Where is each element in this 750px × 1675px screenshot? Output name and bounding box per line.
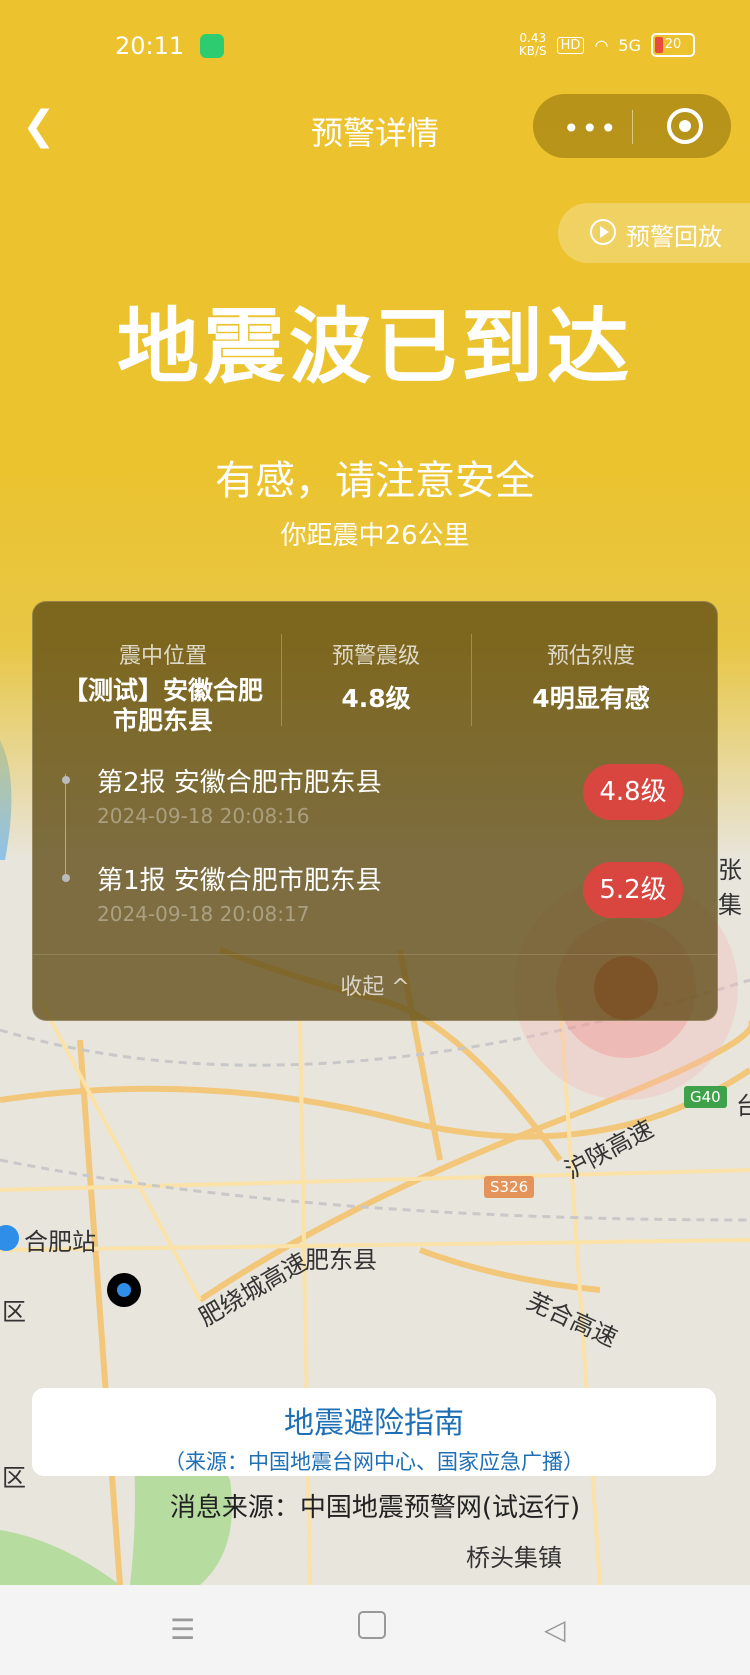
- more-icon[interactable]: •••: [563, 112, 619, 145]
- guide-title: 地震避险指南: [284, 1406, 464, 1441]
- divider: [471, 634, 472, 726]
- report-time: 2024-09-18 20:08:17: [97, 902, 310, 926]
- timeline-dot: [62, 874, 70, 882]
- guide-source: （来源：中国地震台网中心、国家应急广播）: [164, 1450, 584, 1474]
- play-icon: [590, 219, 616, 245]
- report-item[interactable]: 第2报 安徽合肥市肥东县 2024-09-18 20:08:16 4.8级: [33, 754, 717, 844]
- epicenter-label: 震中位置: [118, 644, 207, 669]
- battery-icon: 20: [651, 33, 695, 57]
- earthquake-info-panel: 震中位置 【测试】安徽合肥市肥东县 预警震级 4.8级 预估烈度 4明显有感 第…: [32, 601, 718, 1021]
- hd-icon: HD: [556, 36, 585, 54]
- report-title: 第1报 安徽合肥市肥东县: [97, 866, 382, 896]
- map-label-hefei-station: 合肥站: [24, 1228, 96, 1256]
- report-item[interactable]: 第1报 安徽合肥市肥东县 2024-09-18 20:08:17 5.2级: [33, 852, 717, 942]
- safety-guide-card[interactable]: 地震避险指南 （来源：中国地震台网中心、国家应急广播）: [32, 1388, 716, 1476]
- nav-bar: ❮ 预警详情 •••: [0, 90, 750, 160]
- map-label-qiaotou: 桥头集镇: [466, 1544, 562, 1572]
- capsule-divider: [632, 110, 633, 144]
- target-icon[interactable]: [667, 108, 703, 144]
- map-label-zhangji: 张集: [718, 856, 742, 919]
- intensity-column: 预估烈度 4明显有感: [481, 638, 701, 714]
- home-icon[interactable]: [358, 1611, 386, 1639]
- intensity-label: 预估烈度: [546, 644, 635, 669]
- replay-label: 预警回放: [626, 223, 722, 251]
- report-magnitude-badge: 5.2级: [583, 862, 683, 918]
- road-s326: S326: [484, 1176, 535, 1198]
- replay-button[interactable]: 预警回放: [558, 203, 750, 263]
- report-time: 2024-09-18 20:08:16: [97, 804, 310, 828]
- map-label-feidong: 肥东县: [305, 1246, 377, 1274]
- report-title: 第2报 安徽合肥市肥东县: [97, 768, 382, 798]
- map-label-tai: 台: [736, 1092, 750, 1120]
- alert-advice: 有感，请注意安全: [215, 458, 535, 504]
- alert-distance: 你距震中26公里: [280, 521, 470, 551]
- intensity-value: 4明显有感: [532, 684, 650, 713]
- magnitude-label: 预警震级: [331, 644, 420, 669]
- timeline-dot: [62, 776, 70, 784]
- menu-icon[interactable]: ☰: [170, 1613, 195, 1646]
- message-source: 消息来源：中国地震预警网(试运行): [169, 1493, 581, 1523]
- epicenter-value: 【测试】安徽合肥市肥东县: [62, 676, 263, 735]
- back-nav-icon[interactable]: ◁: [544, 1613, 566, 1646]
- magnitude-value: 4.8级: [341, 684, 411, 713]
- epicenter-column: 震中位置 【测试】安徽合肥市肥东县: [53, 638, 273, 736]
- signal-icon: 5G: [618, 35, 641, 55]
- report-magnitude-badge: 4.8级: [583, 764, 683, 820]
- net-speed: 0.43 KB/S: [518, 31, 547, 58]
- divider: [281, 634, 282, 726]
- collapse-button[interactable]: 收起 ^: [33, 954, 717, 1020]
- map-label-district: 区: [2, 1298, 26, 1326]
- battery-app-icon: [200, 34, 224, 58]
- road-g40: G40: [684, 1086, 727, 1108]
- mini-program-capsule: •••: [533, 94, 731, 158]
- magnitude-column: 预警震级 4.8级: [291, 638, 461, 714]
- status-bar: 20:11 0.43 KB/S HD ◠ 5G 20: [0, 28, 750, 68]
- wifi-icon: ◠: [594, 35, 609, 55]
- system-nav-bar: ☰ ◁: [0, 1585, 750, 1675]
- alert-headline: 地震波已到达: [116, 300, 633, 395]
- status-time: 20:11: [115, 32, 185, 60]
